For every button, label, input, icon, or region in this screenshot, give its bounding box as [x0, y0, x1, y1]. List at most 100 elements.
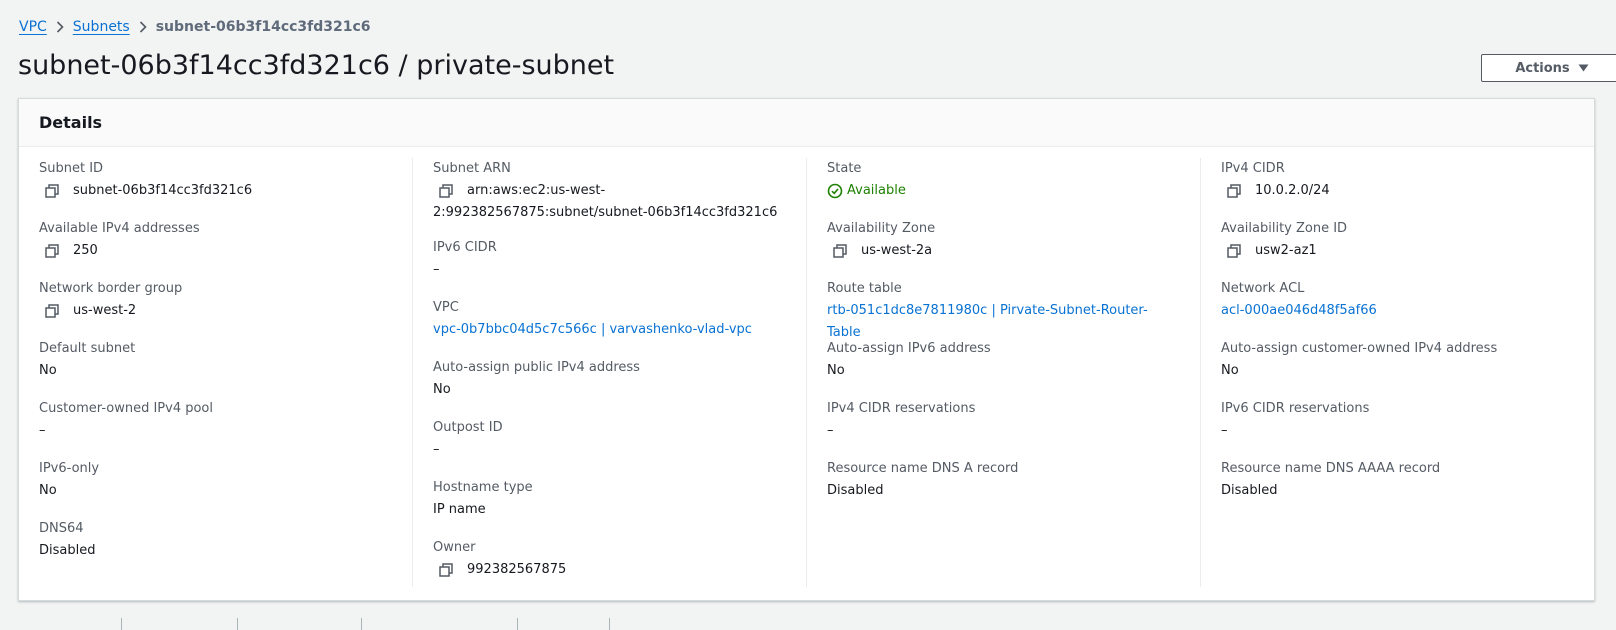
field-auto-assign-ipv6: Auto-assign IPv6 address No	[827, 338, 1180, 398]
field-ipv4-cidr-reservations: IPv4 CIDR reservations –	[827, 398, 1180, 458]
auto-assign-public-ipv4-value: No	[433, 382, 451, 397]
dns-aaaa-record-value: Disabled	[1221, 483, 1278, 498]
copy-icon[interactable]	[41, 240, 63, 262]
details-columns: Subnet ID subnet-06b3f14cc3fd321c6 Avail…	[19, 158, 1594, 587]
bottom-tabs-partial	[18, 618, 610, 630]
tab-stub[interactable]	[238, 618, 362, 630]
field-label: Auto-assign public IPv4 address	[433, 360, 640, 375]
breadcrumb-link-subnets[interactable]: Subnets	[73, 17, 130, 37]
status-positive-icon	[827, 183, 843, 199]
auto-assign-customer-owned-value: No	[1221, 363, 1239, 378]
breadcrumb: VPC Subnets subnet-06b3f14cc3fd321c6	[19, 17, 371, 37]
subnet-id-value: subnet-06b3f14cc3fd321c6	[73, 183, 253, 198]
copy-icon[interactable]	[435, 559, 457, 581]
field-dns-a-record: Resource name DNS A record Disabled	[827, 458, 1180, 518]
field-label: IPv4 CIDR reservations	[827, 401, 976, 416]
field-value: 250	[39, 240, 392, 262]
field-subnet-arn: Subnet ARN arn:aws:ec2:us-west- 2:992382…	[433, 158, 786, 237]
copy-icon[interactable]	[435, 180, 457, 202]
ipv6-only-value: No	[39, 483, 57, 498]
ipv4-cidr-value: 10.0.2.0/24	[1255, 183, 1330, 198]
ipv6-cidr-reservations-value: –	[1221, 423, 1228, 438]
ipv4-cidr-reservations-value: –	[827, 423, 834, 438]
field-label: IPv4 CIDR	[1221, 161, 1285, 176]
field-auto-assign-public-ipv4: Auto-assign public IPv4 address No	[433, 357, 786, 417]
field-value: arn:aws:ec2:us-west-	[433, 180, 786, 202]
field-label: Auto-assign customer-owned IPv4 address	[1221, 341, 1498, 356]
default-subnet-value: No	[39, 363, 57, 378]
actions-button-label: Actions	[1515, 60, 1570, 76]
tab-stub[interactable]	[18, 618, 122, 630]
copy-icon[interactable]	[41, 300, 63, 322]
field-ipv6-only: IPv6-only No	[39, 458, 392, 518]
chevron-right-icon	[130, 21, 156, 33]
field-label: Subnet ARN	[433, 161, 511, 176]
field-available-ipv4: Available IPv4 addresses 250	[39, 218, 392, 278]
field-ipv4-cidr: IPv4 CIDR 10.0.2.0/24	[1221, 158, 1574, 218]
copy-icon[interactable]	[1223, 180, 1245, 202]
field-label: Hostname type	[433, 480, 533, 495]
field-outpost-id: Outpost ID –	[433, 417, 786, 477]
chevron-right-icon	[47, 21, 73, 33]
field-value: acl-000ae046d48f5af66	[1221, 300, 1574, 322]
field-label: Default subnet	[39, 341, 136, 356]
field-label: Outpost ID	[433, 420, 503, 435]
details-column-2: Subnet ARN arn:aws:ec2:us-west- 2:992382…	[412, 158, 806, 587]
state-value: Available	[847, 183, 906, 198]
field-hostname-type: Hostname type IP name	[433, 477, 786, 537]
field-subnet-id: Subnet ID subnet-06b3f14cc3fd321c6	[39, 158, 392, 218]
state-status: Available	[827, 180, 906, 202]
field-network-acl: Network ACL acl-000ae046d48f5af66	[1221, 278, 1574, 338]
field-ipv6-cidr-reservations: IPv6 CIDR reservations –	[1221, 398, 1574, 458]
field-label: Resource name DNS AAAA record	[1221, 461, 1441, 476]
availability-zone-id-value: usw2-az1	[1255, 243, 1317, 258]
vpc-link[interactable]: vpc-0b7bbc04d5c7c566c | varvashenko-vlad…	[433, 319, 752, 341]
field-value: us-west-2a	[827, 240, 1180, 262]
network-border-group-value: us-west-2	[73, 303, 137, 318]
tab-stub[interactable]	[122, 618, 238, 630]
page-title: subnet-06b3f14cc3fd321c6 / private-subne…	[18, 50, 615, 81]
hostname-type-value: IP name	[433, 502, 486, 517]
details-panel: Details Subnet ID subnet-06b3f14cc3fd321…	[18, 98, 1595, 601]
field-vpc: VPC vpc-0b7bbc04d5c7c566c | varvashenko-…	[433, 297, 786, 357]
copy-icon[interactable]	[1223, 240, 1245, 262]
field-route-table: Route table rtb-051c1dc8e7811980c | Pirv…	[827, 278, 1180, 340]
field-value: 992382567875	[433, 559, 786, 581]
field-label: Available IPv4 addresses	[39, 221, 200, 236]
dns-a-record-value: Disabled	[827, 483, 884, 498]
field-label: Resource name DNS A record	[827, 461, 1019, 476]
field-dns64: DNS64 Disabled	[39, 518, 392, 578]
field-dns-aaaa-record: Resource name DNS AAAA record Disabled	[1221, 458, 1574, 518]
network-acl-link[interactable]: acl-000ae046d48f5af66	[1221, 300, 1377, 322]
available-ipv4-value: 250	[73, 243, 98, 258]
field-value: 10.0.2.0/24	[1221, 180, 1574, 202]
tab-stub[interactable]	[518, 618, 610, 630]
field-network-border-group: Network border group us-west-2	[39, 278, 392, 338]
details-column-1: Subnet ID subnet-06b3f14cc3fd321c6 Avail…	[19, 158, 412, 587]
field-label: Network ACL	[1221, 281, 1305, 296]
outpost-id-value: –	[433, 442, 440, 457]
field-label: Customer-owned IPv4 pool	[39, 401, 213, 416]
field-owner: Owner 992382567875	[433, 537, 786, 597]
field-label: State	[827, 161, 862, 176]
field-label: Availability Zone	[827, 221, 936, 236]
breadcrumb-link-vpc[interactable]: VPC	[19, 17, 47, 37]
ipv6-cidr-value: –	[433, 262, 440, 277]
field-customer-owned-pool: Customer-owned IPv4 pool –	[39, 398, 392, 458]
actions-button[interactable]: Actions	[1481, 54, 1616, 82]
field-label: DNS64	[39, 521, 84, 536]
field-label: Availability Zone ID	[1221, 221, 1348, 236]
copy-icon[interactable]	[829, 240, 851, 262]
subnet-arn-value-line2: 2:992382567875:subnet/subnet-06b3f14cc3f…	[433, 205, 778, 220]
field-default-subnet: Default subnet No	[39, 338, 392, 398]
field-value: vpc-0b7bbc04d5c7c566c | varvashenko-vlad…	[433, 319, 786, 341]
details-column-4: IPv4 CIDR 10.0.2.0/24 Availability Zone …	[1200, 158, 1594, 587]
auto-assign-ipv6-value: No	[827, 363, 845, 378]
caret-down-icon	[1578, 64, 1589, 72]
tab-stub[interactable]	[362, 618, 518, 630]
field-availability-zone-id: Availability Zone ID usw2-az1	[1221, 218, 1574, 278]
field-label: VPC	[433, 300, 459, 315]
details-header: Details	[19, 99, 1594, 147]
copy-icon[interactable]	[41, 180, 63, 202]
customer-owned-pool-value: –	[39, 423, 46, 438]
